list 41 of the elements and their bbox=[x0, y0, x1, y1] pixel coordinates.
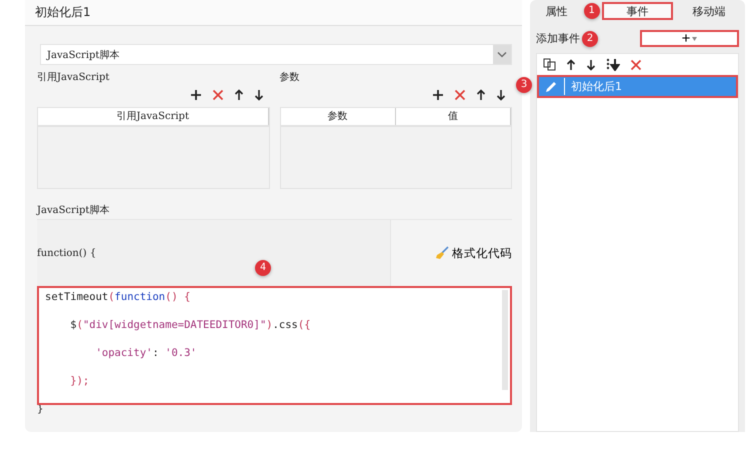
arrow-down-icon[interactable] bbox=[586, 58, 596, 70]
section-title: JavaScript脚本 bbox=[37, 205, 110, 216]
function-header: function() { bbox=[37, 248, 96, 258]
code-line: }); bbox=[69, 374, 90, 388]
column-header: 值 bbox=[396, 108, 511, 125]
arrow-up-icon[interactable] bbox=[234, 89, 244, 101]
script-type-dropdown[interactable]: JavaScript脚本 bbox=[40, 44, 512, 65]
tab[interactable]: 属性 bbox=[530, 2, 583, 20]
section-title: 参数 bbox=[280, 70, 300, 84]
delete-icon[interactable] bbox=[212, 89, 224, 101]
delete-icon[interactable] bbox=[630, 58, 642, 70]
callout-badge: 3 bbox=[516, 77, 532, 93]
pencil-icon bbox=[544, 80, 558, 94]
arrow-down-icon[interactable] bbox=[496, 89, 506, 101]
add-event-label: 添加事件 bbox=[536, 31, 580, 46]
arrow-down-icon[interactable] bbox=[254, 89, 264, 101]
broom-icon bbox=[435, 246, 449, 260]
add-icon[interactable] bbox=[190, 89, 202, 101]
chevron-down-icon bbox=[493, 45, 511, 64]
tab[interactable]: 事件 bbox=[602, 2, 674, 20]
event-label: 初始化后1 bbox=[571, 79, 622, 94]
column-header: 参数 bbox=[280, 108, 396, 125]
column-header: 引用JavaScript bbox=[38, 108, 268, 125]
format-code-button[interactable]: 格式化代码 bbox=[435, 246, 512, 260]
delete-icon[interactable] bbox=[454, 89, 466, 101]
caret-icon bbox=[692, 36, 698, 40]
code-line: 'opacity': '0.3' bbox=[94, 346, 198, 360]
add-event-button[interactable]: + bbox=[640, 30, 739, 47]
callout-badge: 1 bbox=[584, 3, 600, 19]
add-icon[interactable] bbox=[432, 89, 444, 101]
copy-icon[interactable] bbox=[543, 58, 556, 71]
section-title: 引用JavaScript bbox=[37, 71, 110, 84]
code-line: setTimeout(function() { bbox=[45, 290, 192, 304]
scrollbar[interactable] bbox=[502, 290, 508, 390]
code-line: $("div[widgetname=DATEEDITOR0]").css({ bbox=[69, 318, 312, 332]
arrow-up-icon[interactable] bbox=[476, 89, 486, 101]
arrow-up-icon[interactable] bbox=[566, 58, 576, 70]
tab[interactable]: 移动端 bbox=[673, 2, 746, 20]
panel-title: 初始化后1 bbox=[35, 4, 91, 21]
callout-badge: 2 bbox=[582, 31, 598, 47]
move-to-bottom-icon[interactable] bbox=[606, 58, 620, 71]
